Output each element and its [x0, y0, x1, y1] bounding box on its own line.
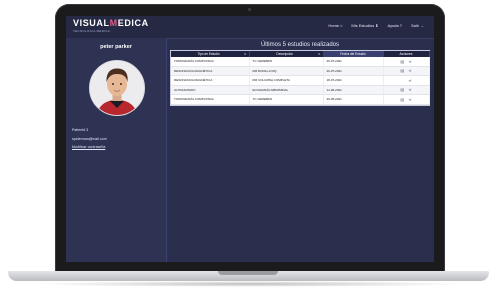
- profile-info: Patient# 3 spiderman@mail.com Modificar …: [72, 128, 107, 154]
- study-date: 20-07-2021: [323, 66, 384, 76]
- nav-salir[interactable]: Salir →: [411, 23, 424, 28]
- table-row: ULTRASONIDO ECOGRAFÍA ABDOMINAL 14-06-20…: [171, 85, 430, 95]
- nav-home[interactable]: Home ⌂: [328, 23, 342, 28]
- studies-title: Últimos 5 estudios realizados: [260, 42, 340, 48]
- logout-icon: →: [420, 23, 424, 28]
- laptop-shadow: [30, 281, 467, 287]
- share-icon[interactable]: ⋖: [408, 68, 411, 73]
- file-download-icon[interactable]: ▤: [400, 59, 404, 64]
- row-actions: ▤⋖: [383, 66, 430, 76]
- app-screen: VISUALMEDICA TECNOLOGIA MEDICA Home ⌂ Mi…: [66, 16, 434, 262]
- home-icon: ⌂: [340, 23, 343, 28]
- studies-table: Tipo de Estudio ⇅ Descripción ⇅ Fecha del …: [170, 50, 430, 106]
- row-actions: ▤⋖: [383, 94, 430, 105]
- study-date: 20-07-2021: [323, 57, 384, 67]
- table-row: TOMOGRAFÍA COMPUTADA TC CEREBRO 20-07-20…: [171, 57, 430, 67]
- study-type: ULTRASONIDO: [171, 85, 250, 95]
- study-date: 26-05-2021: [323, 94, 384, 105]
- nav-ayuda[interactable]: Ayuda ?: [387, 23, 402, 28]
- main-content: Últimos 5 estudios realizados Tipo de Es…: [170, 38, 430, 262]
- file-download-icon[interactable]: ▤: [400, 87, 404, 92]
- table-row: RESONANCIA MAGNÉTICA RM RODILLA IZQ 20-0…: [171, 66, 430, 76]
- share-icon[interactable]: ⋖: [408, 87, 411, 92]
- top-navbar: VISUALMEDICA TECNOLOGIA MEDICA Home ⌂ Mi…: [66, 16, 434, 39]
- profile-email: spiderman@mail.com: [72, 136, 107, 141]
- logo-text: VISUALMEDICA: [73, 18, 149, 28]
- nav-mis-estudios[interactable]: Mis Estudios ⬇: [351, 23, 378, 28]
- row-actions: ▤⋖: [383, 57, 430, 67]
- share-icon[interactable]: ⋖: [408, 59, 411, 64]
- file-download-icon[interactable]: ▤: [400, 68, 404, 73]
- nav-menu: Home ⌂ Mis Estudios ⬇ Ayuda ? Salir →: [328, 23, 424, 28]
- study-type: RESONANCIA MAGNÉTICA: [171, 66, 250, 76]
- sort-icon: ⇅: [243, 52, 247, 56]
- study-description: TC CEREBRO: [249, 94, 324, 105]
- share-icon[interactable]: ⋖: [408, 97, 411, 102]
- study-description: RM COLUMNA COMPLETA: [249, 75, 324, 86]
- study-type: TOMOGRAFÍA COMPUTADA: [171, 57, 250, 67]
- profile-panel: peter parker Patient# 3 spiderman@mail.c…: [66, 38, 167, 262]
- patient-id: Patient# 3: [72, 128, 89, 132]
- download-icon: ⬇: [375, 23, 379, 28]
- study-date: 14-06-2021: [323, 85, 384, 95]
- study-description: RM RODILLA IZQ: [249, 66, 324, 76]
- study-date: 18-07-2021: [323, 75, 384, 86]
- edit-password-link[interactable]: Modificar contraseña: [72, 145, 107, 149]
- avatar: [89, 60, 145, 116]
- row-actions: ▤⋖: [383, 75, 430, 86]
- study-type: TOMOGRAFÍA COMPUTADA: [171, 94, 250, 105]
- table-row: TOMOGRAFÍA COMPUTADA TC CEREBRO 26-05-20…: [171, 94, 430, 105]
- row-actions: ▤⋖: [383, 85, 430, 95]
- camera-dot: [248, 8, 251, 11]
- help-icon: ?: [399, 23, 402, 28]
- logo-subtitle: TECNOLOGIA MEDICA: [73, 29, 111, 33]
- sort-icon: ⇅: [317, 52, 321, 56]
- study-description: TC CEREBRO: [249, 57, 324, 67]
- avatar-photo: [90, 61, 144, 115]
- brand-logo[interactable]: VISUALMEDICA TECNOLOGIA MEDICA: [73, 18, 149, 34]
- share-icon[interactable]: ⋖: [408, 78, 411, 83]
- file-download-icon[interactable]: ▤: [400, 97, 404, 102]
- profile-name: peter parker: [100, 44, 132, 50]
- study-type: RESONANCIA MAGNÉTICA: [171, 75, 250, 86]
- study-description: ECOGRAFÍA ABDOMINAL: [249, 85, 324, 95]
- laptop-notch: [218, 271, 278, 275]
- table-row: RESONANCIA MAGNÉTICA RM COLUMNA COMPLETA…: [171, 75, 430, 86]
